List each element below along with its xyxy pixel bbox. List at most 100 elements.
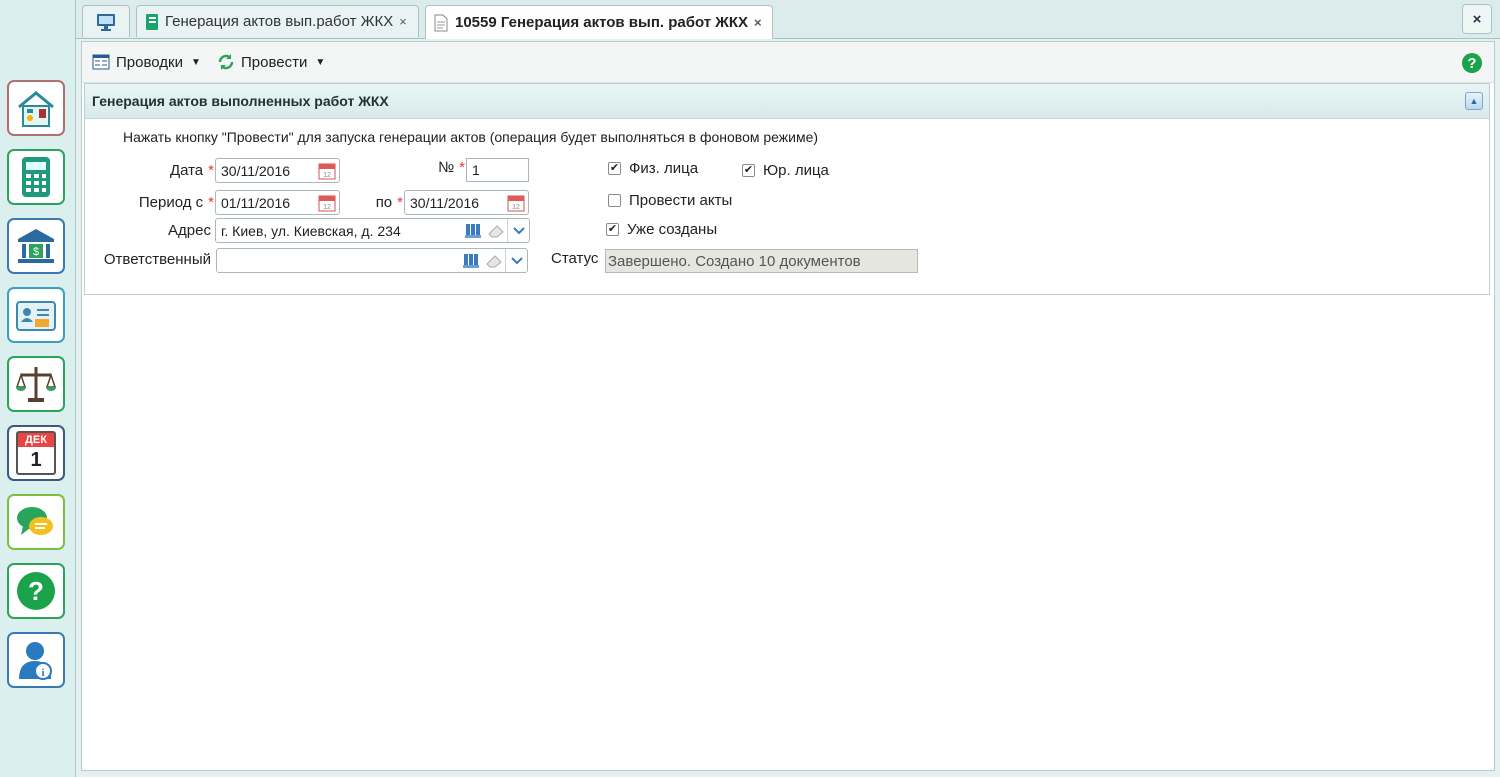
number-label: № * [415,159,465,176]
status-field: Завершено. Создано 10 документов [605,249,918,273]
tab-close-icon[interactable]: × [399,14,407,29]
responsible-label: Ответственный [103,251,211,268]
scales-icon [15,367,57,402]
calendar-day: 1 [30,449,42,471]
post-acts-label: Провести акты [629,192,733,209]
help-icon[interactable]: ? [1462,53,1482,73]
postings-menu-button[interactable]: Проводки ▼ [92,42,201,82]
period-to-value: 30/11/2016 [410,194,480,211]
chevron-up-icon: ▲ [1469,96,1479,106]
user-info-button[interactable]: i [7,632,65,688]
svg-text:?: ? [28,576,44,606]
id-card-icon [16,301,56,331]
svg-text:12: 12 [323,204,331,211]
calendar-month: ДЕК [18,433,54,447]
svg-text:12: 12 [323,172,331,179]
calendar-picker-icon[interactable]: 12 [505,192,527,214]
tab-desktop[interactable] [82,5,130,37]
tab-label: Генерация актов вып.работ ЖКХ [165,13,394,30]
post-acts-checkbox[interactable]: Провести акты [608,192,732,209]
checkbox-checked-icon: ✔ [742,164,755,177]
individuals-checkbox[interactable]: ✔ Физ. лица [608,160,698,177]
checkbox-unchecked-icon [608,194,621,207]
address-value: г. Киев, ул. Киевская, д. 234 [221,222,401,239]
generation-panel: Генерация актов выполненных работ ЖКХ ▲ … [84,83,1490,295]
already-created-label: Уже созданы [627,221,718,238]
chevron-down-icon[interactable] [505,249,527,272]
eraser-icon[interactable] [487,224,505,238]
calculator-icon [22,157,50,197]
period-to-field[interactable]: 30/11/2016 12 [404,190,529,215]
status-label: Статус [551,250,599,267]
tab-generation-list[interactable]: Генерация актов вып.работ ЖКХ × [136,5,419,37]
panel-title: Генерация актов выполненных работ ЖКХ [92,93,389,109]
tab-label: 10559 Генерация актов вып. работ ЖКХ [455,14,748,31]
chevron-down-icon: ▼ [315,56,326,68]
number-label-text: № [438,159,455,176]
tab-bar: Генерация актов вып.работ ЖКХ × 10559 Ге… [76,0,1500,39]
checkbox-checked-icon: ✔ [606,223,619,236]
scales-button[interactable] [7,356,65,412]
document-content: Проводки ▼ Провести ▼ ? Генерация актов … [81,41,1495,771]
address-label: Адрес [168,222,211,239]
period-from-label: Период с * [105,194,214,211]
status-value: Завершено. Создано 10 документов [608,252,861,270]
id-card-button[interactable] [7,287,65,343]
chat-icon [17,507,53,535]
required-mark: * [208,162,214,179]
required-mark: * [397,194,403,211]
svg-text:i: i [41,667,44,679]
date-label-text: Дата [169,162,204,179]
date-field[interactable]: 30/11/2016 12 [215,158,340,183]
refresh-icon [218,54,234,70]
bank-button[interactable]: $ [7,218,65,274]
help-circle-icon: ? [17,572,55,610]
chat-button[interactable] [7,494,65,550]
close-all-tabs-button[interactable]: × [1462,4,1492,34]
period-from-label-text: Период с [138,194,204,211]
calendar-icon: ДЕК 1 [16,431,56,475]
responsible-field[interactable] [216,248,528,273]
period-from-field[interactable]: 01/11/2016 12 [215,190,340,215]
period-to-label-text: по [375,194,393,211]
checkbox-checked-icon: ✔ [608,162,621,175]
legal-entities-checkbox[interactable]: ✔ Юр. лица [742,162,829,179]
period-to-label: по * [355,194,403,211]
notebook-icon [146,13,158,30]
collapse-panel-button[interactable]: ▲ [1465,92,1483,110]
post-label: Провести [241,53,308,71]
main-area: Генерация актов вып.работ ЖКХ × 10559 Ге… [76,0,1500,777]
legal-label: Юр. лица [763,162,829,179]
individuals-label: Физ. лица [629,160,699,177]
calendar-picker-icon[interactable]: 12 [316,160,338,182]
help-button[interactable]: ? [7,563,65,619]
tab-close-icon[interactable]: × [754,15,762,30]
postings-icon [92,54,110,70]
period-from-value: 01/11/2016 [221,194,291,211]
left-sidebar: $ ДЕК 1 ? i [0,0,76,777]
document-icon [434,14,448,31]
catalog-icon[interactable] [463,253,483,269]
chevron-down-icon: ▼ [190,56,201,68]
instruction-text: Нажать кнопку "Провести" для запуска ген… [123,129,819,145]
toolbar: Проводки ▼ Провести ▼ ? [82,42,1494,83]
calendar-picker-icon[interactable]: 12 [316,192,338,214]
calendar-button[interactable]: ДЕК 1 [7,425,65,481]
utilities-house-icon [18,91,54,127]
post-menu-button[interactable]: Провести ▼ [217,42,325,82]
date-label: Дата * [105,162,214,179]
chevron-down-icon[interactable] [507,219,529,242]
monitor-icon [97,13,115,31]
address-field[interactable]: г. Киев, ул. Киевская, д. 234 [215,218,530,243]
eraser-icon[interactable] [485,254,503,268]
tab-document[interactable]: 10559 Генерация актов вып. работ ЖКХ × [425,5,773,39]
already-created-checkbox[interactable]: ✔ Уже созданы [606,221,717,238]
catalog-icon[interactable] [465,223,485,239]
calculator-button[interactable] [7,149,65,205]
utilities-house-button[interactable] [7,80,65,136]
postings-label: Проводки [116,53,183,71]
number-value: 1 [472,162,480,178]
number-field[interactable]: 1 [466,158,529,182]
date-value: 30/11/2016 [221,162,291,179]
svg-text:12: 12 [512,204,520,211]
